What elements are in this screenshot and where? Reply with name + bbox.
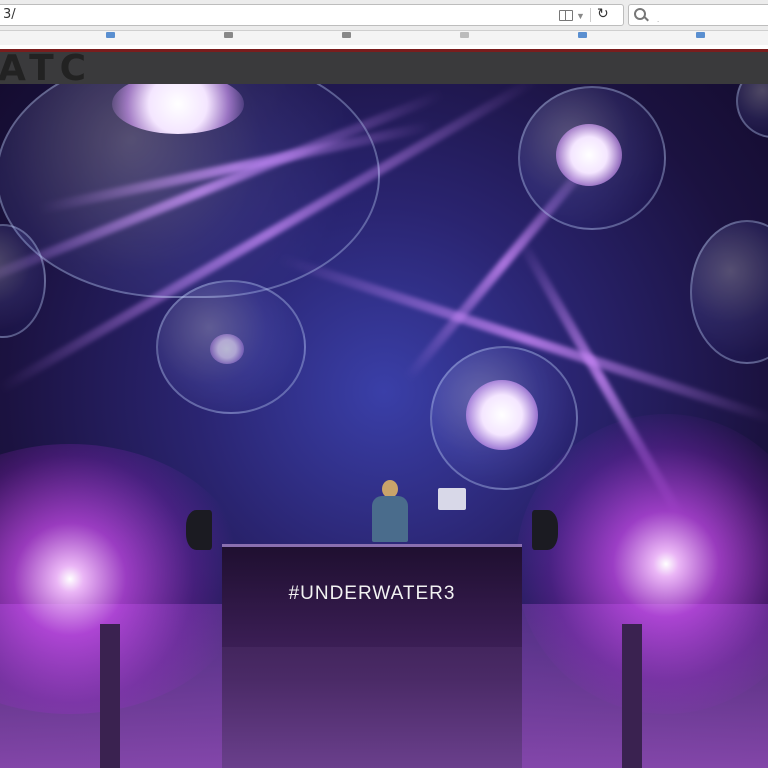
address-bar[interactable]: 3/ ▼ ↻ <box>0 4 624 26</box>
address-bar-text[interactable]: 3/ <box>3 7 16 22</box>
globe-right <box>690 220 768 364</box>
globe-corner <box>736 84 768 138</box>
site-header: ATC <box>0 52 768 84</box>
laptop <box>438 488 466 510</box>
speaker-left <box>186 510 212 550</box>
bookmark-icon[interactable] <box>460 32 469 38</box>
reload-icon[interactable]: ↻ <box>597 6 609 22</box>
bookmark-icon[interactable] <box>224 32 233 38</box>
browser-toolbar: 3/ ▼ ↻ . <box>0 0 768 31</box>
dj-figure <box>372 480 408 542</box>
globe-lamp <box>466 380 538 450</box>
globe-lamp <box>556 124 622 186</box>
dj-booth: #UNDERWATER3 <box>222 544 522 768</box>
search-icon <box>634 8 646 20</box>
hero-image: #UNDERWATER3 <box>0 84 768 768</box>
stand-right <box>622 624 642 768</box>
globe-lamp <box>210 334 244 364</box>
bookmark-icon[interactable] <box>342 32 351 38</box>
stage-text: #UNDERWATER3 <box>288 583 456 604</box>
bookmarks-bar <box>0 31 768 45</box>
stand-left <box>100 624 120 768</box>
site-logo[interactable]: ATC <box>0 52 92 84</box>
bookmark-icon[interactable] <box>106 32 115 38</box>
divider <box>590 8 591 22</box>
dropdown-arrow-icon[interactable]: ▼ <box>576 11 585 21</box>
bookmark-icon[interactable] <box>578 32 587 38</box>
reader-view-icon[interactable] <box>559 10 573 21</box>
booth-banner: #UNDERWATER3 <box>222 544 522 647</box>
search-placeholder: . <box>657 15 660 24</box>
search-input[interactable]: . <box>628 4 768 26</box>
speaker-right <box>532 510 558 550</box>
bookmark-icon[interactable] <box>696 32 705 38</box>
dj-body <box>372 496 408 542</box>
